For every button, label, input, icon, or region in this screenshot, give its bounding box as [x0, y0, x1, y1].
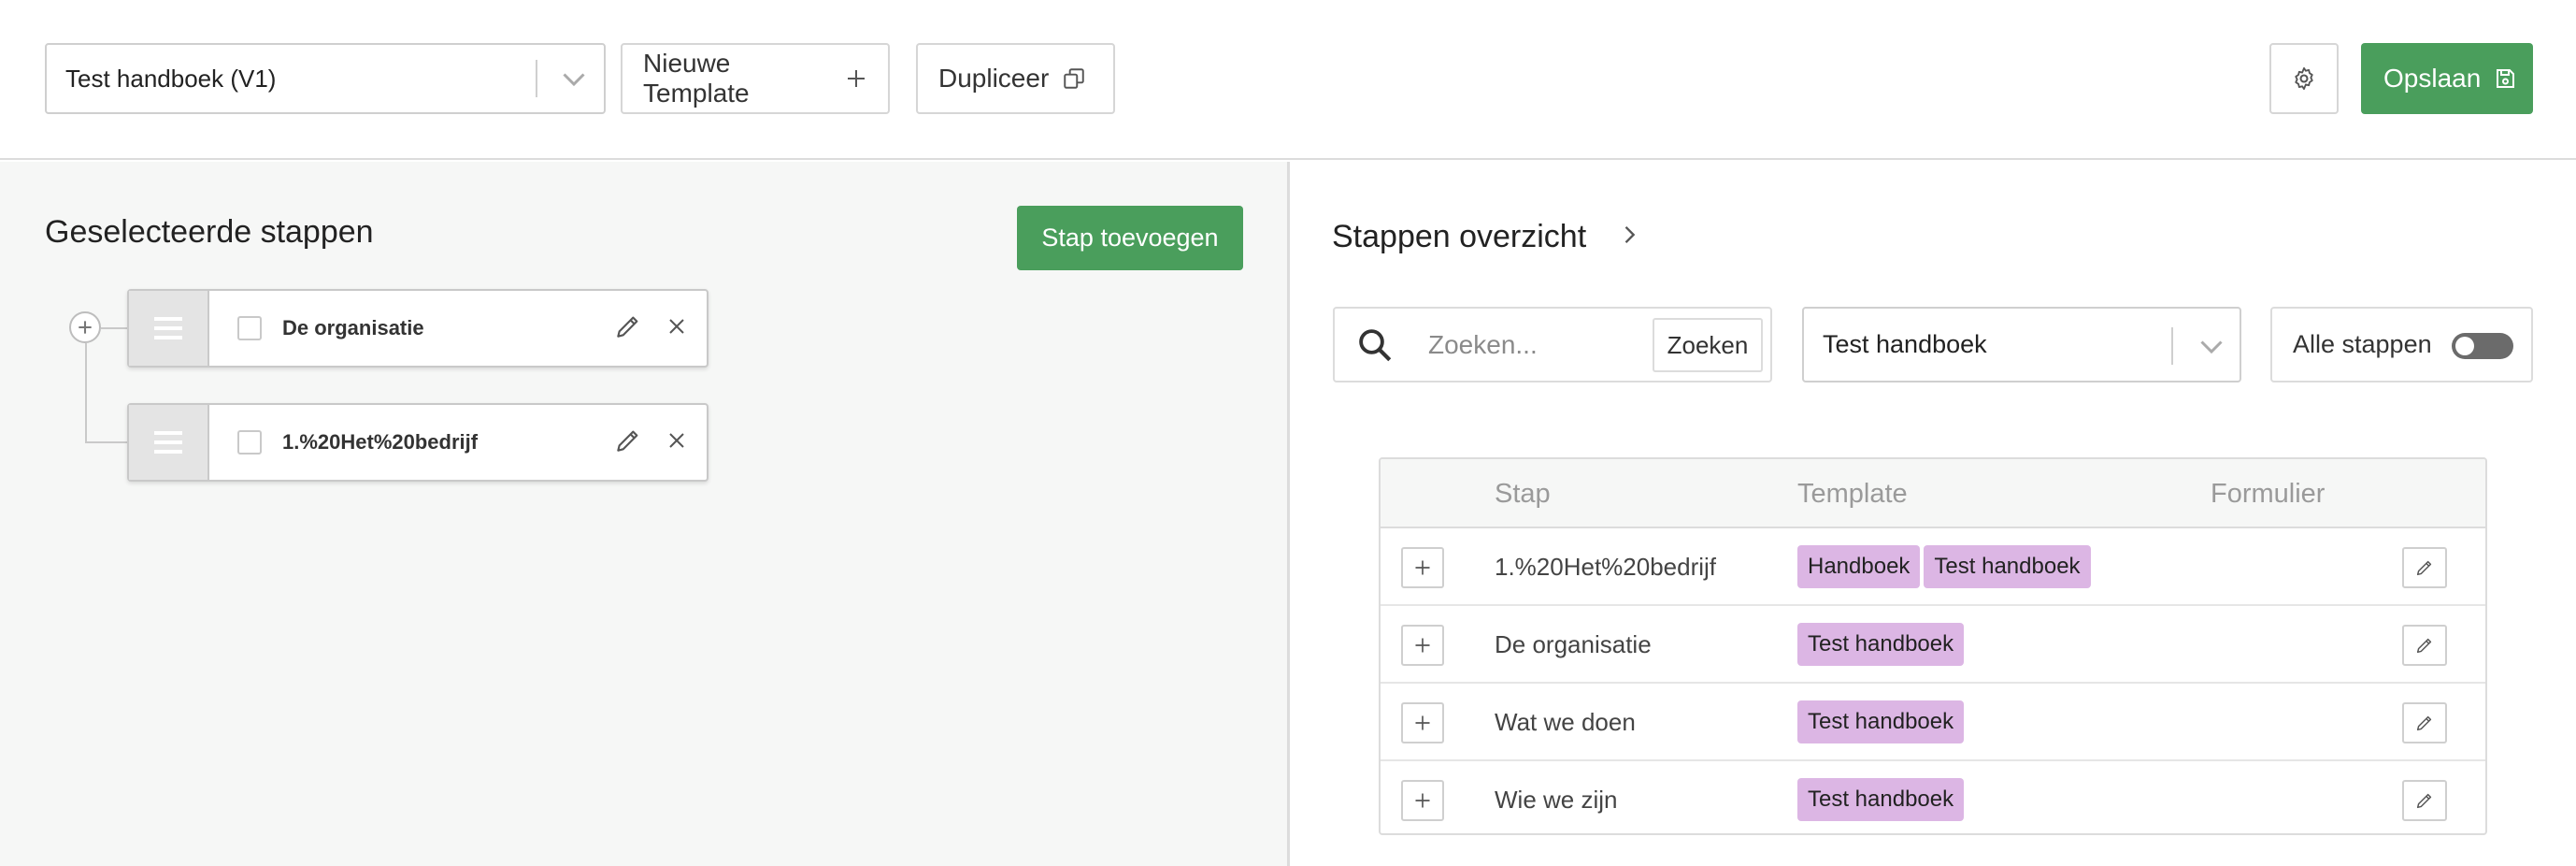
template-filter-value: Test handboek: [1823, 330, 1987, 358]
close-icon[interactable]: [665, 315, 688, 338]
edit-row-button[interactable]: [2402, 547, 2447, 588]
settings-button[interactable]: [2269, 43, 2339, 114]
edit-row-button[interactable]: [2402, 625, 2447, 666]
search-input[interactable]: [1428, 322, 1634, 368]
save-label: Opslaan: [2383, 64, 2482, 93]
plus-icon: [1415, 638, 1430, 653]
chevron-right-icon[interactable]: [1616, 222, 1642, 248]
steps-overview-panel: Stappen overzicht Zoeken Test handboek A…: [1293, 162, 2576, 866]
add-row-button[interactable]: [1401, 547, 1444, 588]
template-tag: Test handboek: [1797, 778, 1965, 821]
template-filter-select[interactable]: Test handboek: [1802, 307, 2241, 382]
selected-steps-title: Geselecteerde stappen: [45, 214, 374, 250]
add-row-button[interactable]: [1401, 625, 1444, 666]
column-header-template: Template: [1797, 479, 1908, 509]
template-tag: Test handboek: [1924, 545, 2091, 588]
new-template-label: Nieuwe Template: [643, 49, 750, 108]
plus-icon: [1415, 560, 1430, 575]
search-icon: [1359, 329, 1392, 362]
table-row: Wat we doen Test handboek: [1381, 684, 2485, 761]
drag-handle[interactable]: [129, 405, 209, 480]
edit-row-button[interactable]: [2402, 702, 2447, 743]
add-row-button[interactable]: [1401, 780, 1444, 821]
steps-table: Stap Template Formulier 1.%20Het%20bedri…: [1379, 457, 2487, 835]
edit-row-button[interactable]: [2402, 780, 2447, 821]
pencil-icon: [2416, 560, 2432, 576]
tree-connector: [85, 343, 87, 442]
table-header: Stap Template Formulier: [1381, 459, 2485, 528]
table-row: De organisatie Test handboek: [1381, 606, 2485, 684]
all-steps-toggle[interactable]: [2452, 333, 2513, 359]
search-button[interactable]: Zoeken: [1653, 318, 1763, 372]
add-row-button[interactable]: [1401, 702, 1444, 743]
drag-handle[interactable]: [129, 291, 209, 366]
chevron-down-icon[interactable]: [2195, 329, 2228, 363]
add-step-button[interactable]: Stap toevoegen: [1017, 206, 1243, 270]
save-button[interactable]: Opslaan: [2361, 43, 2533, 114]
template-select[interactable]: Test handboek (V1): [45, 43, 606, 114]
drag-handle-icon: [154, 317, 182, 339]
selected-step-card[interactable]: De organisatie: [127, 289, 708, 368]
template-tag: Test handboek: [1797, 700, 1965, 743]
copy-icon: [1064, 68, 1085, 89]
plus-icon: [1415, 793, 1430, 808]
duplicate-label: Dupliceer: [938, 64, 1050, 93]
step-name: De organisatie: [282, 316, 424, 339]
row-step-name: Wie we zijn: [1495, 786, 1618, 814]
template-select-value: Test handboek (V1): [65, 65, 277, 93]
duplicate-button[interactable]: Dupliceer: [916, 43, 1115, 114]
column-header-stap: Stap: [1495, 479, 1551, 509]
template-tag: Handboek: [1797, 545, 1921, 588]
select-separator: [2171, 327, 2173, 365]
pencil-icon: [2416, 715, 2432, 731]
chevron-down-icon[interactable]: [557, 62, 591, 95]
step-name: 1.%20Het%20bedrijf: [282, 430, 479, 454]
new-template-button[interactable]: Nieuwe Template: [621, 43, 890, 114]
row-step-name: De organisatie: [1495, 630, 1652, 658]
select-separator: [536, 60, 537, 97]
toggle-knob: [2455, 337, 2474, 355]
row-tags: Test handboek: [1797, 778, 1965, 821]
drag-handle-icon: [154, 431, 182, 454]
search-box: Zoeken: [1333, 307, 1772, 382]
row-step-name: Wat we doen: [1495, 708, 1636, 736]
pencil-icon[interactable]: [613, 426, 643, 455]
all-steps-label: Alle stappen: [2293, 330, 2432, 358]
row-step-name: 1.%20Het%20bedrijf: [1495, 553, 1717, 581]
row-tags: Handboek Test handboek: [1797, 545, 2091, 588]
tree-connector: [85, 441, 127, 443]
top-toolbar: Test handboek (V1) Nieuwe Template Dupli…: [0, 0, 2576, 160]
gear-icon: [2295, 66, 2313, 91]
template-tag: Test handboek: [1797, 623, 1965, 666]
row-tags: Test handboek: [1797, 700, 1965, 743]
steps-overview-title: Stappen overzicht: [1332, 219, 1587, 254]
plus-icon: [1415, 715, 1430, 730]
all-steps-toggle-box: Alle stappen: [2270, 307, 2533, 382]
column-header-formulier: Formulier: [2211, 479, 2326, 509]
tree-add-button[interactable]: [69, 311, 101, 343]
plus-icon: [79, 321, 92, 334]
floppy-disk-icon: [2497, 69, 2515, 88]
selected-step-card[interactable]: 1.%20Het%20bedrijf: [127, 403, 708, 482]
table-row: Wie we zijn Test handboek: [1381, 761, 2485, 833]
row-tags: Test handboek: [1797, 623, 1965, 666]
tree-connector: [101, 327, 127, 329]
pencil-icon: [2416, 638, 2432, 654]
step-checkbox[interactable]: [237, 316, 262, 340]
table-row: 1.%20Het%20bedrijf Handboek Test handboe…: [1381, 528, 2485, 606]
selected-steps-panel: Geselecteerde stappen Stap toevoegen De …: [0, 162, 1290, 866]
close-icon[interactable]: [665, 429, 688, 452]
plus-icon: [848, 70, 865, 87]
pencil-icon: [2416, 793, 2432, 809]
step-checkbox[interactable]: [237, 430, 262, 455]
pencil-icon[interactable]: [613, 311, 643, 341]
